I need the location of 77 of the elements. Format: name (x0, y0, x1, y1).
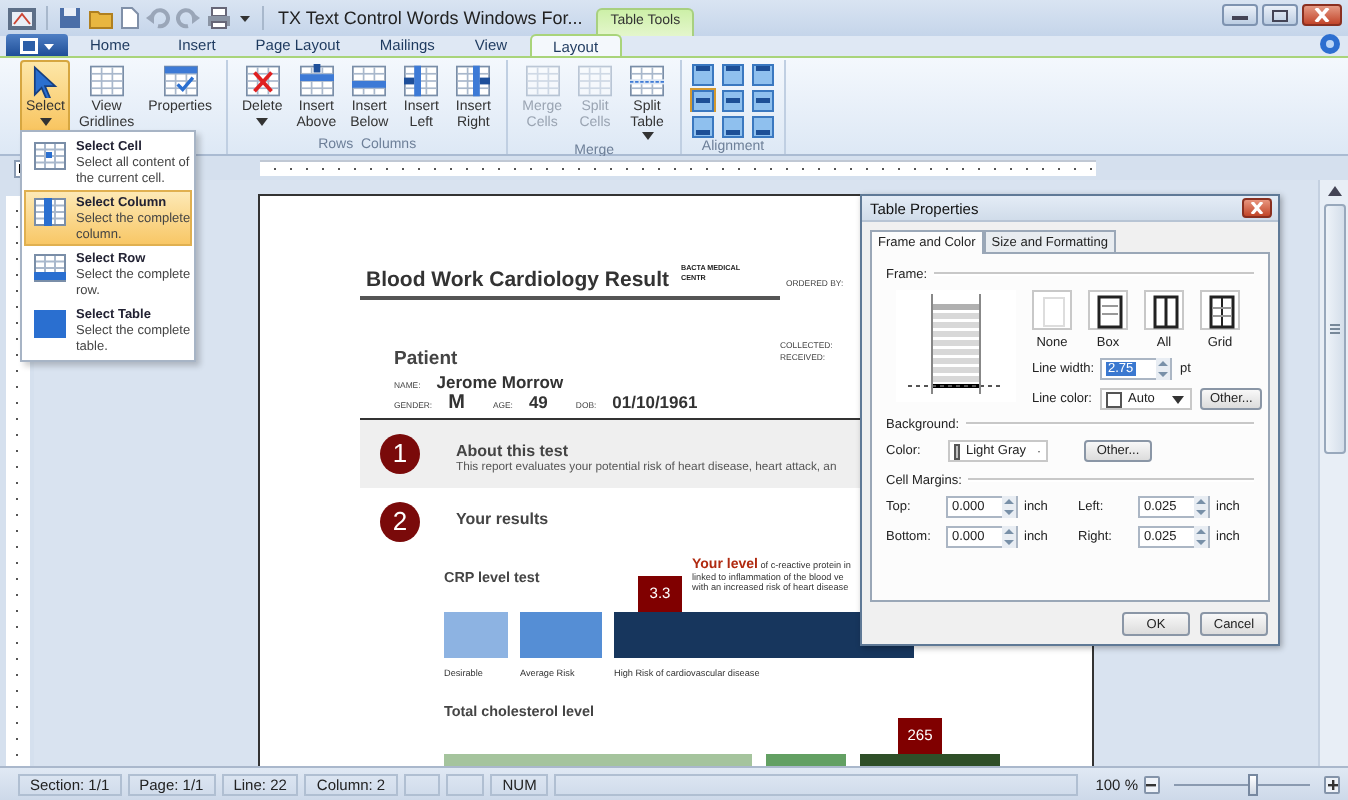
cell-alignment-icon (692, 63, 714, 85)
table-icon (523, 64, 562, 98)
folder-icon[interactable] (88, 6, 114, 30)
field-value: 01/10/1961 (612, 392, 698, 412)
slider-thumb[interactable] (1247, 773, 1258, 795)
cell-alignment-icon (722, 63, 744, 85)
spinner-arrows-icon (1002, 526, 1016, 548)
printer-icon[interactable] (206, 6, 232, 30)
spinner-arrows-icon (1194, 526, 1208, 548)
status-panel (446, 773, 485, 795)
section-title: About this test (456, 442, 570, 460)
spinner-arrows-icon (1002, 496, 1016, 518)
cell-alignment-icon (722, 89, 744, 111)
table-selection-icon (32, 308, 68, 340)
frame-option-button[interactable] (1200, 290, 1240, 330)
alignment-button[interactable] (720, 62, 746, 86)
alignment-button[interactable] (690, 114, 716, 138)
status-panel (403, 773, 441, 795)
menu-icon (20, 37, 54, 53)
cell-alignment-icon (752, 63, 774, 85)
minimize-button[interactable] (1222, 4, 1258, 26)
insert-row-below-icon (350, 64, 389, 98)
split-table-icon (628, 64, 666, 98)
help-icon[interactable] (1320, 34, 1340, 54)
minus-icon (1146, 779, 1157, 789)
save-icon[interactable] (58, 6, 82, 30)
vertical-scrollbar[interactable] (1318, 180, 1348, 766)
document-title: Blood Work Cardiology Result (366, 268, 669, 292)
alignment-button[interactable] (720, 114, 746, 138)
application-menu-button[interactable] (6, 34, 68, 56)
section-title: Your results (456, 510, 549, 528)
zoom-out-button[interactable] (1144, 775, 1160, 793)
maximize-button[interactable] (1262, 4, 1298, 26)
frame-option-button[interactable] (1144, 290, 1184, 330)
insert-column-left-icon (402, 64, 441, 98)
alignment-button[interactable] (690, 62, 716, 86)
plus-icon (1327, 779, 1338, 789)
field-value: M (448, 392, 465, 414)
table-icon (87, 64, 126, 98)
app-icon[interactable] (8, 5, 36, 31)
patient-heading: Patient (394, 348, 460, 370)
spinner-arrows-icon (1156, 358, 1170, 380)
step-number: 1 (380, 434, 420, 474)
grip-icon (1329, 324, 1339, 334)
spinner-arrows-icon (1194, 496, 1208, 518)
window-title: TX Text Control Words Windows For... (278, 8, 583, 28)
scroll-thumb[interactable] (1323, 204, 1345, 454)
table-delete-icon (243, 64, 282, 98)
table-selection-icon (32, 140, 68, 172)
close-icon (1314, 8, 1330, 22)
cell-alignment-icon (722, 115, 744, 137)
table-selection-icon (32, 252, 68, 284)
cell-alignment-icon (692, 115, 714, 137)
alignment-button[interactable] (720, 88, 746, 112)
insert-row-above-icon (297, 64, 336, 98)
table-check-icon (161, 64, 200, 98)
insert-column-right-icon (454, 64, 493, 98)
restore-icon (1272, 8, 1288, 22)
close-icon (1250, 202, 1264, 214)
frame-option-button[interactable] (1088, 290, 1128, 330)
table-icon (576, 64, 614, 98)
alignment-button[interactable] (690, 88, 716, 112)
field-value: 49 (528, 392, 548, 412)
table-selection-icon (32, 196, 68, 228)
alignment-button[interactable] (750, 114, 776, 138)
scroll-up-icon[interactable] (1327, 186, 1341, 196)
cell-alignment-icon (692, 89, 714, 111)
alignment-button[interactable] (750, 88, 776, 112)
patient-name: Jerome Morrow (436, 372, 564, 392)
close-button[interactable] (1242, 198, 1272, 218)
alignment-button[interactable] (750, 62, 776, 86)
document-icon[interactable] (120, 6, 140, 30)
cell-alignment-icon (752, 89, 774, 111)
step-number: 2 (380, 502, 420, 542)
close-button[interactable] (1302, 4, 1342, 26)
cell-alignment-icon (752, 115, 774, 137)
zoom-in-button[interactable] (1324, 775, 1340, 793)
